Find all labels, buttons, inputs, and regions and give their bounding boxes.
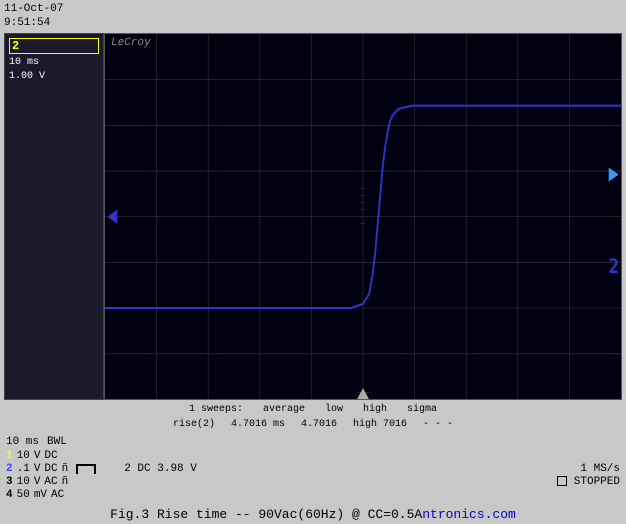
datetime-display: 11-Oct-07 9:51:54 [4,2,94,31]
right-status: 1 MS/s [580,463,620,475]
ch2-coupling: DC [44,463,57,475]
scope-area: 2 10 ms 1.00 V LeCroy [4,33,622,400]
measurement-label: rise(2) [173,417,215,432]
timebase-value: 10 ms [9,56,99,70]
low-value: 4.7016 [301,417,337,432]
time-label: 9:51:54 [4,16,94,30]
ch2-dc-value: 2 DC 3.98 V [124,463,197,475]
scope-grid: 2 [105,34,621,399]
sample-rate: 1 MS/s [580,463,620,475]
status-label: STOPPED [574,476,620,488]
ch1-num: 1 [6,450,13,462]
caption: Fig.3 Rise time -- 90Vac(60Hz) @ CC=0.5A… [0,503,626,524]
ch3-row: 3 10 V AC ñ STOPPED [6,476,620,488]
ch3-num: 3 [6,476,13,488]
date-label: 11-Oct-07 [4,2,94,16]
ch3-voltage: 10 [17,476,30,488]
voltage-value: 1.00 V [9,70,99,84]
ch1-row: 1 10 V DC [6,450,620,462]
ch1-unit: V [34,450,41,462]
stats-header: 1 sweeps: average low high sigma [8,402,618,417]
ch2-left-marker [107,209,117,223]
ch2-flag: ñ [62,463,69,475]
sigma-value: - - - [423,417,453,432]
scope-screen: LeCroy [104,33,622,400]
ch4-num: 4 [6,489,13,501]
ch4-coupling: AC [51,489,64,501]
ch4-row: 4 50 mV AC [6,489,620,501]
bwl-label: BWL [47,436,67,448]
sweeps-label: 1 sweeps: [189,402,243,417]
sq-wave-icon [76,464,96,474]
stopped-icon [557,476,567,486]
ch2-num: 2 [6,463,13,475]
ch4-unit: mV [34,489,47,501]
ch2-label: 2 [9,38,99,54]
top-bar: 11-Oct-07 9:51:54 [0,0,626,33]
ch2-right-arrow [609,167,619,181]
stats-row: 1 sweeps: average low high sigma rise(2)… [0,400,626,434]
channel-rows: 1 10 V DC 2 .1 V DC ñ 2 DC 3.98 V 1 MS/s [6,450,620,501]
timebase-bottom: 10 ms [6,436,39,448]
low-label: low [325,402,343,417]
ch3-unit: V [34,476,41,488]
ch2-row: 2 .1 V DC ñ 2 DC 3.98 V 1 MS/s [6,463,620,475]
ch1-voltage: 10 [17,450,30,462]
ch2-right-label: 2 [609,255,619,277]
high-label: high [363,402,387,417]
timebase-display: 10 ms 1.00 V [9,56,99,84]
ch2-unit: V [34,463,41,475]
stopped-badge: STOPPED [557,476,620,488]
avg-label: average [263,402,305,417]
bottom-channels: 10 ms BWL 1 10 V DC 2 .1 V DC ñ 2 DC 3.9… [0,434,626,503]
ch2-voltage: .1 [17,463,30,475]
trigger-marker [357,388,369,399]
avg-value: 4.7016 ms [231,417,285,432]
caption-text: Fig.3 Rise time -- 90Vac(60Hz) @ CC=0.5A [110,507,422,522]
sigma-label: sigma [407,402,437,417]
caption-brand: ntronics.com [422,507,516,522]
scope-left-panel: 2 10 ms 1.00 V [4,33,104,400]
high-value: high 7016 [353,417,407,432]
ch4-voltage: 50 [17,489,30,501]
ch1-coupling: DC [44,450,57,462]
bwl-row: 10 ms BWL [6,436,620,448]
ch3-flag: ñ [62,476,69,488]
ch3-coupling: AC [44,476,57,488]
stats-values: rise(2) 4.7016 ms 4.7016 high 7016 - - - [8,417,618,432]
